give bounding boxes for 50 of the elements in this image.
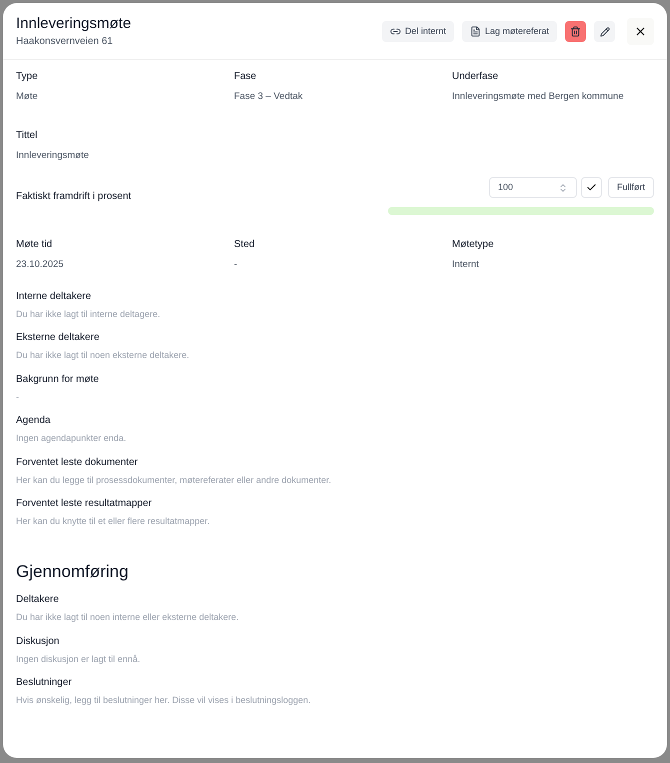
section-label: Deltakere — [16, 593, 60, 607]
section-label: Bakgrunn for møte — [16, 372, 100, 386]
field-label: Tittel — [16, 129, 38, 143]
section-label: Diskusjon — [16, 634, 60, 648]
section-text: Du har ikke lagt til interne deltagere. — [16, 308, 162, 321]
field-value: Internt — [452, 258, 480, 272]
share-button[interactable]: Del internt — [382, 21, 454, 42]
field-label: Type — [16, 70, 39, 84]
pencil-icon — [600, 26, 610, 37]
field-label: Møte tid — [16, 238, 54, 252]
field-value: Innleveringsmøte — [16, 149, 90, 163]
section-label: Forventet leste resultatmapper — [16, 497, 153, 511]
section-label: Beslutninger — [16, 676, 73, 690]
section-label: Eksterne deltakere — [16, 331, 100, 345]
edit-button[interactable] — [594, 21, 615, 42]
section-label: Interne deltakere — [16, 290, 92, 304]
section-text: Ingen agendapunkter enda. — [16, 432, 128, 445]
field-label: Møtetype — [452, 238, 495, 252]
section-text: Du har ikke lagt til noen interne eller eksterne deltakere. — [16, 611, 240, 624]
section-heading: Gjennomføring — [16, 560, 130, 582]
field-value: Møte — [16, 90, 39, 104]
link-icon — [390, 26, 401, 38]
report-button[interactable]: Lag møtereferat — [462, 21, 557, 42]
section-text: - — [16, 390, 20, 404]
document-icon — [470, 26, 481, 38]
confirm-button[interactable] — [581, 177, 602, 198]
field-label: Sted — [234, 238, 256, 252]
section-text: Ingen diskusjon er lagt til ennå. — [16, 652, 142, 666]
section-label: Forventet leste dokumenter — [16, 456, 139, 470]
dialog-subtitle: Haakonsvernveien 61 — [16, 34, 114, 49]
field-value: Innleveringsmøte med Bergen kommune — [452, 90, 625, 104]
field-label: Fase — [234, 70, 258, 84]
percent-input[interactable]: 100 — [489, 177, 577, 198]
section-label: Agenda — [16, 414, 52, 428]
field-value: Fase 3 – Vedtak — [234, 90, 304, 104]
section-text: Du har ikke lagt til noen eksterne deltakere. — [16, 349, 190, 362]
close-icon — [634, 25, 647, 38]
section-text: Hvis ønskelig, legg til beslutninger her. Disse vil vises i beslutningsloggen. — [16, 694, 312, 707]
progress-label: Faktiskt framdrift i prosent — [16, 190, 132, 204]
field-label: Underfase — [452, 70, 500, 84]
close-button[interactable] — [627, 18, 654, 46]
dialog-title: Innleveringsmøte — [16, 15, 132, 34]
section-text: Her kan du knytte til et eller flere resultatmapper. — [16, 515, 211, 528]
trash-icon — [570, 26, 581, 38]
section-text: Her kan du legge til prosessdokumenter, møtereferater eller andre dokumenter. — [16, 474, 332, 487]
field-value: 23.10.2025 — [16, 258, 65, 272]
delete-button[interactable] — [565, 21, 586, 42]
spinner-icon — [558, 182, 568, 193]
complete-button[interactable]: Fullført — [608, 177, 654, 198]
field-value: - — [234, 258, 238, 272]
